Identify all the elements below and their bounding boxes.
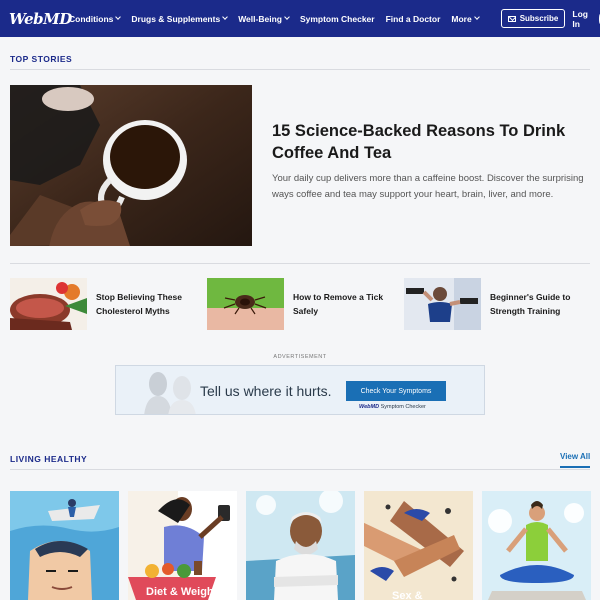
divider xyxy=(10,69,590,70)
woman-grocery-illustration: Diet & Weight xyxy=(128,491,237,600)
strength-training-image xyxy=(404,278,481,330)
ad-brand: WebMD Symptom Checker xyxy=(359,404,426,410)
subscribe-button[interactable]: Subscribe xyxy=(500,9,566,28)
nav-item-label: More xyxy=(451,13,472,24)
ad-label: ADVERTISEMENT xyxy=(273,354,327,360)
ad-banner[interactable]: Tell us where it hurts. Check Your Sympt… xyxy=(115,365,485,415)
ad-brand-name: WebMD xyxy=(359,404,380,410)
living-healthy-card[interactable]: Sex & xyxy=(364,491,473,600)
steak-image xyxy=(10,278,87,330)
check-symptoms-button[interactable]: Check Your Symptoms xyxy=(346,381,446,401)
man-boat-illustration xyxy=(10,491,119,600)
older-man-illustration xyxy=(246,491,355,600)
subscribe-label: Subscribe xyxy=(519,14,559,23)
nav-well-being[interactable]: Well-Being xyxy=(238,13,290,24)
section-title-top-stories: TOP STORIES xyxy=(10,54,73,64)
chevron-down-icon xyxy=(222,14,229,20)
living-healthy-card[interactable] xyxy=(10,491,119,600)
living-healthy-card[interactable] xyxy=(246,491,355,600)
nav-item-label: Drugs & Supplements xyxy=(131,13,221,24)
story-title: How to Remove a Tick Safely xyxy=(293,292,384,316)
story-card-strength[interactable]: Beginner's Guide to Strength Training xyxy=(404,278,590,330)
nav-more[interactable]: More xyxy=(451,13,480,24)
ad-headline: Tell us where it hurts. xyxy=(200,383,332,399)
nav-find-a-doctor[interactable]: Find a Doctor xyxy=(386,14,441,24)
story-card-cholesterol[interactable]: Stop Believing These Cholesterol Myths xyxy=(10,278,196,330)
chevron-down-icon xyxy=(115,14,122,20)
hands-birds-illustration: Sex & xyxy=(364,491,473,600)
nav-item-label: Conditions xyxy=(69,13,114,24)
nav-drugs-supplements[interactable]: Drugs & Supplements xyxy=(131,13,229,24)
divider xyxy=(10,469,590,470)
story-title: Stop Believing These Cholesterol Myths xyxy=(96,292,182,316)
divider xyxy=(10,263,590,264)
chevron-down-icon xyxy=(473,14,480,20)
webmd-logo[interactable]: WebMD xyxy=(9,10,72,28)
story-title: Beginner's Guide to Strength Training xyxy=(490,292,571,316)
card-partial-text: Diet & Weight xyxy=(146,586,218,598)
nav-conditions[interactable]: Conditions xyxy=(69,13,122,24)
story-card-tick[interactable]: How to Remove a Tick Safely xyxy=(207,278,393,330)
login-link[interactable]: Log In xyxy=(572,9,588,29)
woman-meditating-illustration xyxy=(482,491,591,600)
mail-icon xyxy=(507,15,516,22)
card-partial-text: Sex & xyxy=(392,590,423,600)
nav-item-label: Well-Being xyxy=(238,13,282,24)
ad-brand-suffix: Symptom Checker xyxy=(380,404,426,410)
hero-headline[interactable]: 15 Science-Backed Reasons To Drink Coffe… xyxy=(272,120,592,164)
tick-image xyxy=(207,278,284,330)
top-nav: WebMD Conditions Drugs & Supplements Wel… xyxy=(0,0,600,37)
coffee-cup-illustration xyxy=(10,85,252,246)
living-healthy-card[interactable] xyxy=(482,491,591,600)
nav-item-label: Find a Doctor xyxy=(385,13,441,24)
nav-item-label: Symptom Checker xyxy=(299,13,375,24)
section-title-living-healthy: LIVING HEALTHY xyxy=(10,454,88,464)
hero-image[interactable] xyxy=(10,85,252,246)
living-healthy-card[interactable]: Diet & Weight xyxy=(128,491,237,600)
hero-description: Your daily cup delivers more than a caff… xyxy=(272,173,584,200)
nav-symptom-checker[interactable]: Symptom Checker xyxy=(300,14,375,24)
view-all-link[interactable]: View All xyxy=(560,452,591,468)
chevron-down-icon xyxy=(284,14,290,20)
